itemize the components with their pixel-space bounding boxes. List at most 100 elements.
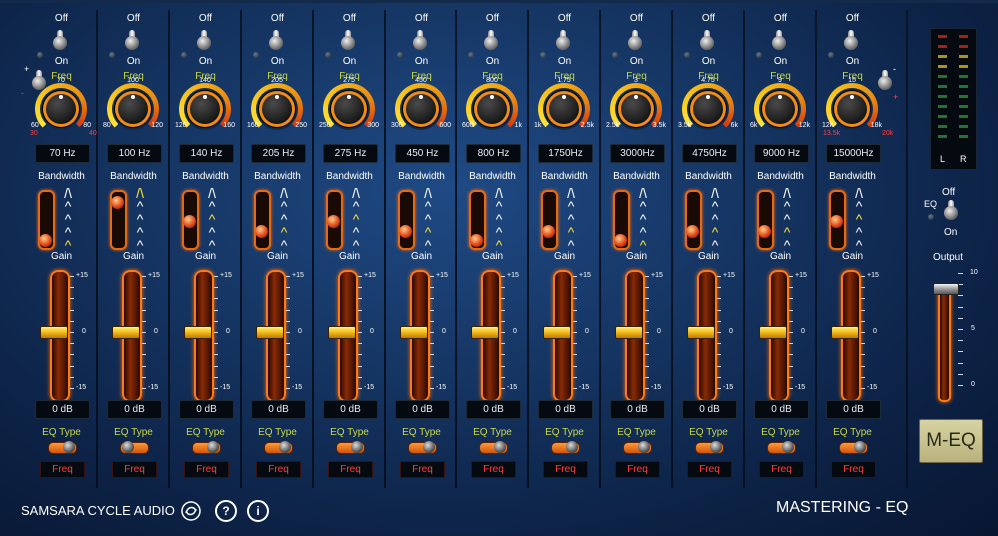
band-6-eq-type-switch[interactable] (408, 441, 437, 454)
band-5-toggle[interactable] (340, 30, 356, 52)
output-fader-track[interactable] (938, 286, 951, 402)
band-5-bandwidth-handle[interactable] (327, 215, 340, 228)
band-10-bandwidth-handle[interactable] (686, 224, 699, 238)
band-9-toggle[interactable] (627, 30, 643, 52)
band-8-gain-thumb[interactable] (543, 326, 571, 339)
band-10-toggle[interactable] (699, 30, 715, 52)
band-8-bandwidth-slider[interactable] (541, 190, 558, 250)
band-4-eq-type-switch[interactable] (264, 441, 293, 454)
band-12-bandwidth-slider[interactable] (829, 190, 846, 250)
high-shelf-toggle[interactable] (877, 70, 893, 92)
band-3-toggle[interactable] (196, 30, 212, 52)
eq-master-toggle[interactable] (943, 200, 959, 222)
band-11-eq-type-label: EQ Type (761, 427, 800, 438)
band-11-bandwidth-handle[interactable] (758, 224, 771, 238)
band-2-gain-thumb[interactable] (112, 326, 140, 339)
band-9-bandwidth-slider[interactable] (613, 190, 630, 250)
band-8-eq-type-switch[interactable] (551, 441, 580, 454)
band-7-eq-type-switch[interactable] (479, 441, 508, 454)
band-1-range-max: 40 (89, 130, 97, 137)
band-3-eq-type-switch[interactable] (192, 441, 221, 454)
band-3-gain-thumb[interactable] (184, 326, 212, 339)
band-12-eq-type-switch[interactable] (839, 441, 868, 454)
band-12-bandwidth-handle[interactable] (830, 215, 843, 228)
band-12-gain-thumb[interactable] (831, 326, 859, 339)
help-icon[interactable]: ? (215, 500, 237, 522)
band-2-bandwidth-slider[interactable] (110, 190, 127, 250)
band-10-eq-type-switch[interactable] (695, 441, 724, 454)
band-10-eq-type-label: EQ Type (689, 427, 728, 438)
band-9-gain-thumb[interactable] (615, 326, 643, 339)
band-1-freq-knob[interactable]: 70 60 80 (31, 77, 91, 135)
band-2-eq-type-switch[interactable] (120, 441, 149, 454)
band-2-freq-knob[interactable]: 100 80 120 (103, 77, 163, 135)
band-10-freq-knob[interactable]: 4.75 3.5k 6k (678, 77, 738, 135)
band-9-eq-type-switch[interactable] (623, 441, 652, 454)
band-4-on-label: On (270, 56, 285, 67)
band-6-bandwidth-handle[interactable] (399, 224, 412, 238)
band-6-toggle[interactable] (412, 30, 428, 52)
band-11-bandwidth-slider[interactable] (757, 190, 774, 250)
band-1-bandwidth-slider[interactable] (38, 190, 55, 250)
band-7-gain-thumb[interactable] (471, 326, 499, 339)
output-fader-thumb[interactable] (933, 283, 959, 296)
band-5-gain-thumb[interactable] (328, 326, 356, 339)
band-7-gain-ticks (501, 276, 505, 389)
band-9-bandwidth-handle[interactable] (614, 234, 627, 247)
band-2-bandwidth-handle[interactable] (111, 196, 124, 209)
band-5-bandwidth-slider[interactable] (326, 190, 343, 250)
band-8-freq-max: 2.5k (580, 122, 594, 129)
output-tick (958, 329, 963, 330)
output-tick (958, 340, 963, 342)
band-4-bandwidth-label: Bandwidth (254, 171, 301, 182)
band-8-toggle[interactable] (555, 30, 571, 52)
band-3-bandwidth-slider[interactable] (182, 190, 199, 250)
band-7-bandwidth-slider[interactable] (469, 190, 486, 250)
band-12-toggle[interactable] (843, 30, 859, 52)
band-3-bandwidth-handle[interactable] (183, 215, 196, 228)
band-3-freq-knob[interactable]: 140 120 160 (175, 77, 235, 135)
high-shelf-plus-label: + (893, 92, 899, 102)
band-9-gain-label: Gain (625, 251, 648, 262)
band-11-eq-type-value: Freq (759, 461, 804, 478)
band-6-gain-thumb[interactable] (400, 326, 428, 339)
band-7-toggle[interactable] (483, 30, 499, 52)
meter-segment (938, 75, 947, 78)
band-5-eq-type-switch[interactable] (336, 441, 365, 454)
band-11-gain-min: -15 (795, 384, 806, 391)
info-icon[interactable]: i (247, 500, 269, 522)
band-4-gain-thumb[interactable] (256, 326, 284, 339)
band-2-toggle[interactable] (124, 30, 140, 52)
output-scale-max: 10 (970, 269, 978, 276)
band-11-freq-knob[interactable]: 9 6k 12k (750, 77, 810, 135)
low-shelf-toggle[interactable] (31, 70, 47, 92)
band-7-bandwidth-handle[interactable] (470, 234, 483, 247)
band-1-eq-type-switch[interactable] (48, 441, 77, 454)
band-1-gain-thumb[interactable] (40, 326, 68, 339)
band-8-bandwidth-handle[interactable] (542, 224, 555, 238)
band-2-gain-label: Gain (122, 251, 145, 262)
band-12-freq-knob[interactable]: 15 12k 18k (822, 77, 882, 135)
band-10-bandwidth-slider[interactable] (685, 190, 702, 250)
band-4-freq-knob[interactable]: 205 160 250 (247, 77, 307, 135)
band-11-eq-type-switch[interactable] (767, 441, 796, 454)
m-eq-logo-button[interactable]: M-EQ (919, 419, 983, 463)
band-5-freq-knob[interactable]: 275 250 300 (319, 77, 379, 135)
band-1-toggle[interactable] (52, 30, 68, 52)
band-9-freq-knob[interactable]: 3 2.5k 3.5k (606, 77, 666, 135)
band-4-bandwidth-slider[interactable] (254, 190, 271, 250)
band-6-freq-knob[interactable]: 450 300 600 (391, 77, 451, 135)
band-10-gain-thumb[interactable] (687, 326, 715, 339)
band-1-bandwidth-handle[interactable] (39, 234, 52, 247)
band-4-bandwidth-handle[interactable] (255, 224, 268, 238)
band-6-bandwidth-slider[interactable] (398, 190, 415, 250)
band-6-bandwidth-label: Bandwidth (398, 171, 445, 182)
band-7-freq-knob[interactable]: 800 600 1k (462, 77, 522, 135)
band-11-toggle[interactable] (771, 30, 787, 52)
band-4-toggle[interactable] (268, 30, 284, 52)
band-11-gain-thumb[interactable] (759, 326, 787, 339)
cycle-logo-icon[interactable] (180, 500, 202, 527)
band-8-freq-knob[interactable]: 1.75 1k 2.5k (534, 77, 594, 135)
band-4: Off On Freq 205 160 250 205 Hz Bandwidth /\ ^ ^ ^ ^ G… (242, 6, 313, 486)
band-7-eq-type-value: Freq (471, 461, 516, 478)
